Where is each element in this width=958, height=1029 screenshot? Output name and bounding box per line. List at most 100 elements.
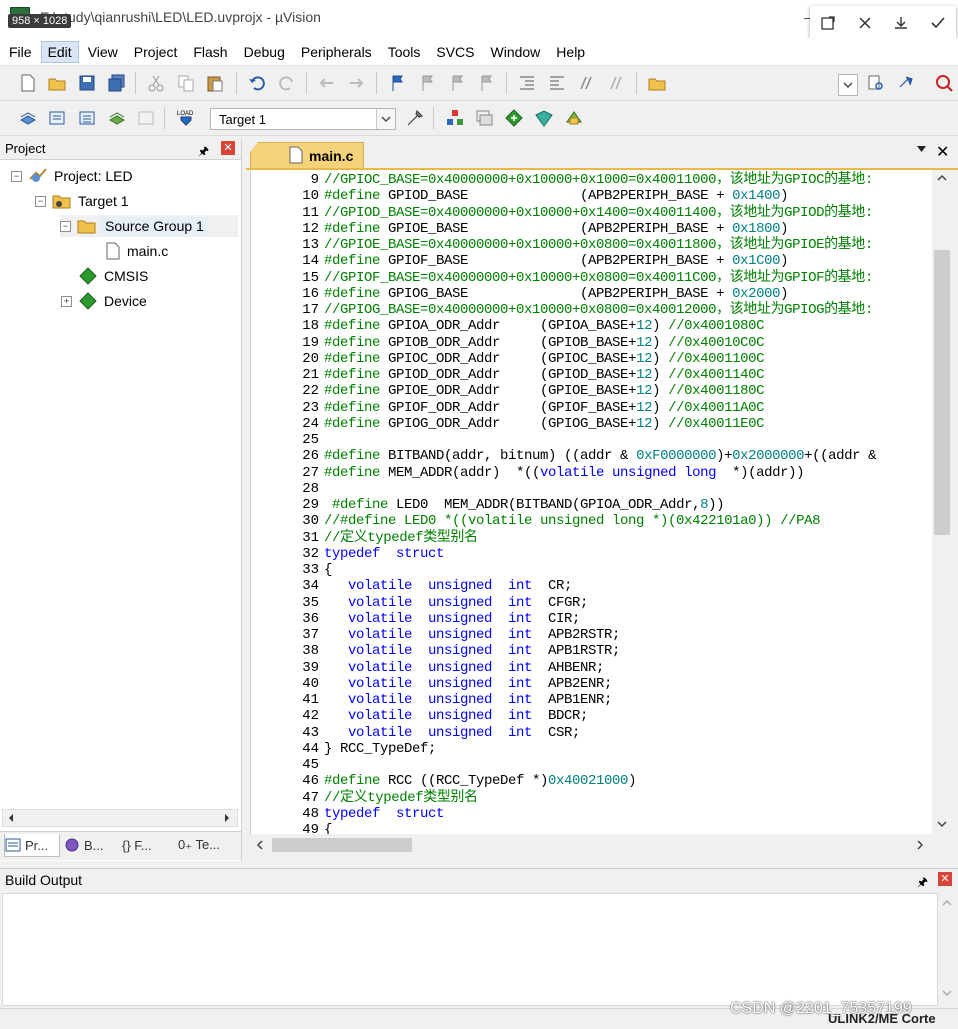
pin-icon[interactable]: 🖈 [917, 873, 928, 894]
collapse-icon[interactable]: − [60, 220, 71, 232]
navigate-back-icon[interactable] [317, 73, 337, 93]
scroll-right-icon[interactable] [916, 840, 924, 850]
code-line[interactable]: 47 //定义typedef类型别名 [251, 790, 933, 806]
vertical-scrollbar[interactable] [932, 170, 952, 834]
collapse-icon[interactable]: − [35, 195, 46, 207]
code-line[interactable]: 37 volatile unsigned int APB2RSTR; [251, 627, 933, 643]
tab-project[interactable]: Pr... [4, 834, 60, 857]
save-icon[interactable] [77, 73, 97, 93]
rebuild-icon[interactable] [77, 108, 97, 128]
code-line[interactable]: 13 //GPIOE_BASE=0x40000000+0x10000+0x0800… [251, 237, 933, 253]
menu-tools[interactable]: Tools [381, 41, 428, 63]
tree-item-project[interactable]: − Project: LED [11, 165, 133, 187]
tree-item-file[interactable]: main.c [105, 240, 168, 262]
translate-icon[interactable] [18, 108, 38, 128]
clear-bookmarks-icon[interactable] [476, 73, 496, 93]
tree-item-target[interactable]: − Target 1 [35, 190, 129, 212]
manage-project-items-icon[interactable] [445, 108, 465, 128]
download-icon[interactable] [891, 13, 911, 33]
download-flash-icon[interactable]: LOAD [176, 108, 196, 128]
close-tab-icon[interactable]: ✕ [936, 142, 949, 162]
code-line[interactable]: 48 typedef struct [251, 806, 933, 822]
open-folder-icon[interactable] [47, 73, 67, 93]
find-icon[interactable] [866, 73, 886, 93]
code-line[interactable]: 16 #define GPIOG_BASE (APB2PERIPH_BASE + … [251, 286, 933, 302]
stop-build-icon[interactable] [136, 108, 156, 128]
scroll-right-icon[interactable] [223, 813, 231, 823]
menu-peripherals[interactable]: Peripherals [294, 41, 379, 63]
build-output-text[interactable] [2, 893, 938, 1006]
select-packs-icon[interactable] [474, 108, 494, 128]
horizontal-scrollbar[interactable] [2, 809, 238, 827]
navigate-forward-icon[interactable] [346, 73, 366, 93]
menu-view[interactable]: View [81, 41, 125, 63]
tab-list-dropdown-icon[interactable] [916, 145, 927, 153]
new-file-icon[interactable] [18, 73, 38, 93]
code-line[interactable]: 14 #define GPIOF_BASE (APB2PERIPH_BASE + … [251, 253, 933, 269]
menu-window[interactable]: Window [484, 41, 548, 63]
tree-item-device[interactable]: + Device [61, 290, 147, 312]
scroll-up-icon[interactable] [942, 899, 952, 907]
code-line[interactable]: 28 [251, 481, 933, 497]
code-line[interactable]: 32 typedef struct [251, 546, 933, 562]
code-line[interactable]: 34 volatile unsigned int CR; [251, 578, 933, 594]
code-line[interactable]: 27 #define MEM_ADDR(addr) *((volatile uns… [251, 465, 933, 481]
code-line[interactable]: 43 volatile unsigned int CSR; [251, 725, 933, 741]
debug-session-icon[interactable] [934, 73, 954, 93]
menu-svcs[interactable]: SVCS [429, 41, 481, 63]
code-line[interactable]: 39 volatile unsigned int AHBENR; [251, 660, 933, 676]
manage-rte-icon[interactable] [504, 108, 524, 128]
tree-item-cmsis[interactable]: CMSIS [78, 265, 148, 287]
editor-tab-main-c[interactable]: main.c [250, 142, 364, 169]
bookmark-icon[interactable] [388, 73, 408, 93]
software-packs-icon[interactable] [564, 108, 584, 128]
uncomment-icon[interactable] [607, 73, 627, 93]
unindent-icon[interactable] [547, 73, 567, 93]
code-line[interactable]: 44} RCC_TypeDef; [251, 741, 933, 757]
code-line[interactable]: 9 //GPIOC_BASE=0x40000000+0x10000+0x1000=… [251, 172, 933, 188]
undo-icon[interactable] [247, 73, 267, 93]
copy-icon[interactable] [176, 73, 196, 93]
vertical-scrollbar[interactable] [938, 893, 956, 1006]
expand-icon[interactable]: + [61, 295, 72, 307]
pack-installer-icon[interactable] [534, 108, 554, 128]
close-icon[interactable]: ✕ [221, 141, 235, 155]
code-line[interactable]: 26 #define BITBAND(addr, bitnum) ((addr &… [251, 448, 933, 464]
prev-bookmark-icon[interactable] [417, 73, 437, 93]
menu-help[interactable]: Help [549, 41, 592, 63]
code-line[interactable]: 25 [251, 432, 933, 448]
find-in-files-icon[interactable] [647, 73, 667, 93]
code-line[interactable]: 19 #define GPIOB_ODR_Addr (GPIOB_BASE+12)… [251, 335, 933, 351]
pin-icon[interactable]: 🖈 [198, 142, 209, 163]
code-line[interactable]: 12 #define GPIOE_BASE (APB2PERIPH_BASE + … [251, 221, 933, 237]
comment-icon[interactable] [577, 73, 597, 93]
code-line[interactable]: 33 { [251, 562, 933, 578]
code-line[interactable]: 31 //定义typedef类型别名 [251, 530, 933, 546]
find-dropdown[interactable] [838, 74, 858, 96]
batch-build-icon[interactable] [107, 108, 127, 128]
menu-file[interactable]: File [2, 41, 39, 63]
vertical-scroll-thumb[interactable] [934, 250, 950, 535]
code-line[interactable]: 36 volatile unsigned int CIR; [251, 611, 933, 627]
code-line[interactable]: 42 volatile unsigned int BDCR; [251, 708, 933, 724]
horizontal-scrollbar[interactable] [250, 835, 932, 855]
scroll-left-icon[interactable] [256, 840, 264, 850]
menu-debug[interactable]: Debug [237, 41, 292, 63]
code-line[interactable]: 40 volatile unsigned int APB2ENR; [251, 676, 933, 692]
save-all-icon[interactable] [107, 73, 127, 93]
code-line[interactable]: 23 #define GPIOF_ODR_Addr (GPIOF_BASE+12)… [251, 400, 933, 416]
tab-templates[interactable]: 0₊ Te... [178, 834, 236, 856]
target-select[interactable]: Target 1 [210, 108, 396, 130]
indent-icon[interactable] [517, 73, 537, 93]
scroll-down-icon[interactable] [942, 989, 952, 997]
code-line[interactable]: 17 //GPIOG_BASE=0x40000000+0x10000+0x0800… [251, 302, 933, 318]
code-line[interactable]: 45 [251, 757, 933, 773]
tree-item-source-group[interactable]: − Source Group 1 [60, 215, 238, 237]
code-line[interactable]: 41 volatile unsigned int APB1ENR; [251, 692, 933, 708]
tab-functions[interactable]: {} F... [122, 834, 174, 856]
close-icon[interactable]: ✕ [938, 872, 952, 886]
code-line[interactable]: 18 #define GPIOA_ODR_Addr (GPIOA_BASE+12)… [251, 318, 933, 334]
code-line[interactable]: 29 #define LED0 MEM_ADDR(BITBAND(GPIOA_O… [251, 497, 933, 513]
tab-books[interactable]: B... [64, 834, 116, 856]
collapse-icon[interactable]: − [11, 170, 22, 182]
